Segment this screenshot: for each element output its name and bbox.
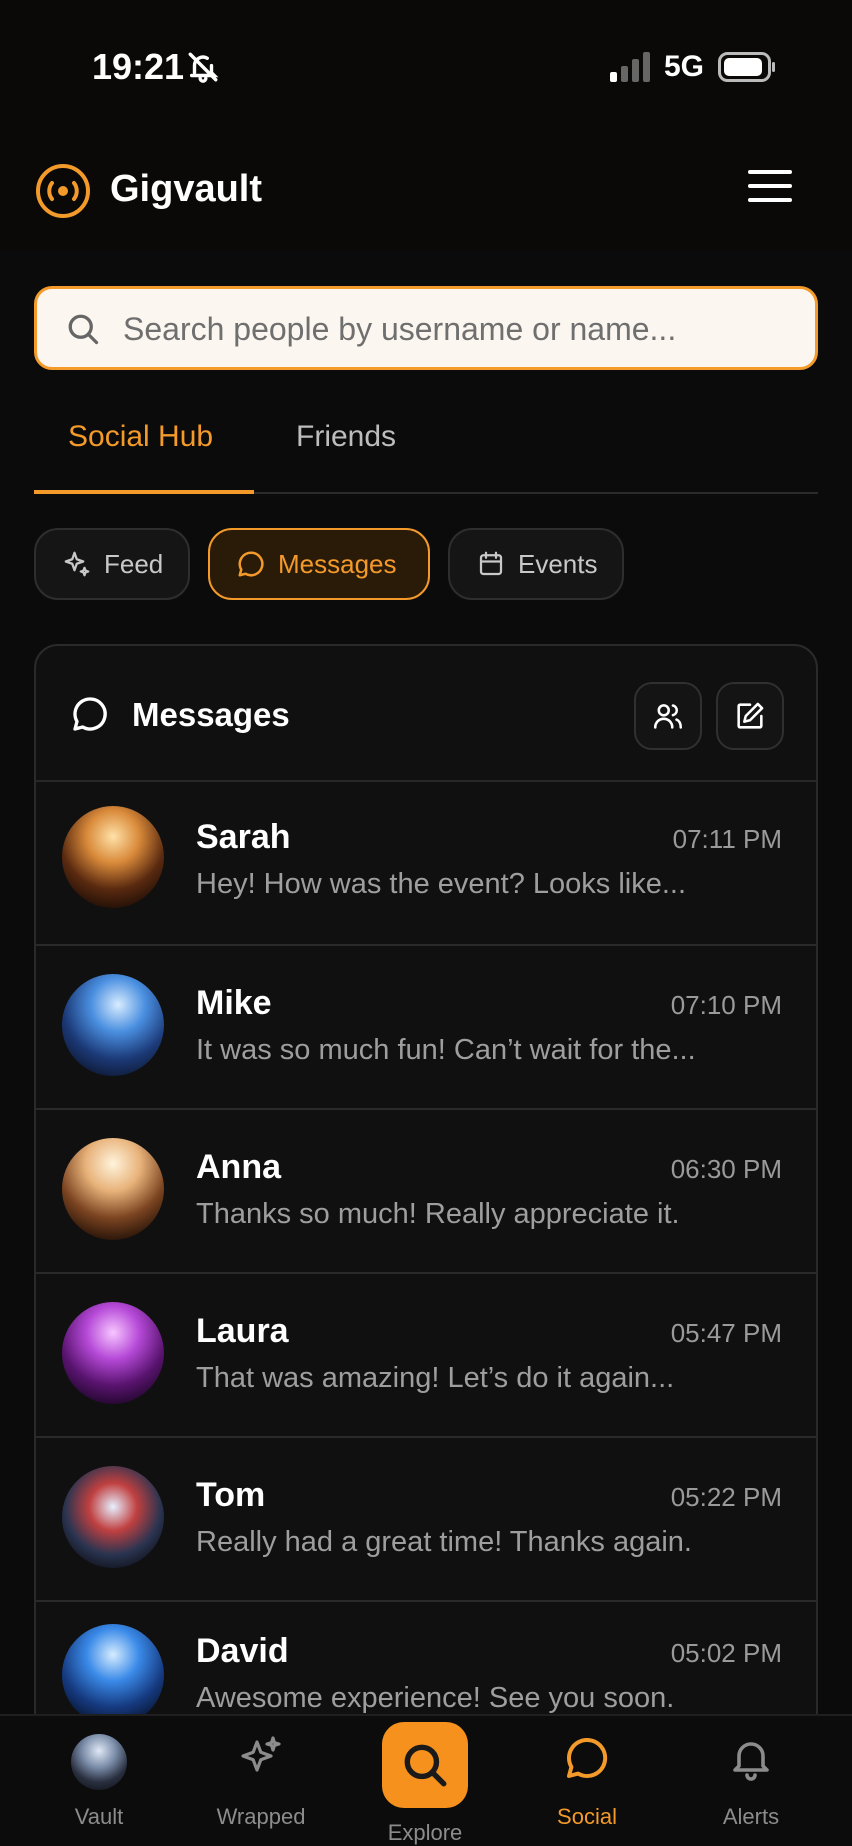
nav-label: Alerts	[722, 1804, 780, 1829]
nav-label: Wrapped	[216, 1804, 306, 1829]
conversation-preview: Thanks so much! Really appreciate it.	[196, 1198, 680, 1230]
search-icon	[404, 1744, 447, 1787]
bottom-nav: Vault Wrapped Explore Social Alerts	[0, 1714, 852, 1846]
nav-alerts[interactable]: Alerts	[686, 1716, 816, 1846]
bell-off-icon	[188, 52, 219, 83]
chip-messages[interactable]: Messages	[208, 528, 430, 600]
conversation-name: Laura	[196, 1312, 289, 1350]
nav-social[interactable]: Social	[522, 1716, 652, 1846]
nav-label: Vault	[74, 1804, 124, 1829]
conversation-name: David	[196, 1632, 289, 1670]
sparkle-icon	[64, 551, 90, 577]
conversation-name: Anna	[196, 1148, 281, 1186]
conversation-preview: That was amazing! Let’s do it again...	[196, 1362, 675, 1394]
messages-card-title: Messages	[132, 696, 290, 733]
avatar	[62, 974, 164, 1076]
explore-button	[382, 1722, 468, 1808]
conversation-name: Mike	[196, 984, 272, 1022]
chat-bubble-icon	[567, 1737, 608, 1778]
nav-label: Explore	[387, 1820, 463, 1845]
nav-vault[interactable]: Vault	[34, 1716, 164, 1846]
conversation-name: Sarah	[196, 818, 291, 856]
chip-label: Events	[518, 548, 598, 579]
conversation-row-anna[interactable]: Anna 06:30 PM Thanks so much! Really app…	[36, 1110, 816, 1274]
app-header: Gigvault	[0, 130, 852, 250]
conversation-preview: Really had a great time! Thanks again.	[196, 1526, 692, 1558]
avatar	[62, 1624, 164, 1726]
status-bar: 19:21 5G	[0, 0, 852, 130]
chip-feed[interactable]: Feed	[34, 528, 190, 600]
compose-button[interactable]	[716, 682, 784, 750]
conversation-time: 06:30 PM	[670, 1154, 782, 1184]
avatar	[62, 1302, 164, 1404]
signal-icon	[610, 52, 650, 82]
avatar	[71, 1734, 127, 1790]
nav-wrapped[interactable]: Wrapped	[196, 1716, 326, 1846]
group-icon	[653, 704, 683, 729]
phone-screen: 19:21 5G Gigvault Search people by usern…	[0, 0, 852, 1846]
avatar	[62, 1466, 164, 1568]
conversation-time: 05:02 PM	[670, 1638, 782, 1668]
sparkle-icon	[241, 1736, 281, 1772]
tab-bar: Social Hub Friends	[34, 420, 818, 494]
chat-bubble-icon	[73, 697, 107, 731]
chip-label: Feed	[104, 548, 164, 579]
conversation-preview: Awesome experience! See you soon.	[196, 1682, 675, 1714]
conversation-time: 07:10 PM	[670, 990, 782, 1020]
status-time: 19:21	[92, 46, 185, 87]
search-input[interactable]	[123, 305, 803, 353]
avatar	[62, 806, 164, 908]
hamburger-menu-icon[interactable]	[748, 170, 792, 210]
battery-icon	[718, 52, 775, 82]
tab-friends[interactable]: Friends	[296, 420, 396, 454]
avatar	[62, 1138, 164, 1240]
new-group-button[interactable]	[634, 682, 702, 750]
conversation-time: 05:47 PM	[670, 1318, 782, 1348]
nav-label: Social	[557, 1804, 617, 1829]
app-title: Gigvault	[110, 168, 263, 210]
conversation-preview: It was so much fun! Can’t wait for the..…	[196, 1034, 696, 1066]
conversation-time: 07:11 PM	[672, 824, 782, 854]
conversation-time: 05:22 PM	[670, 1482, 782, 1512]
network-label: 5G	[664, 50, 705, 83]
search-icon	[68, 314, 99, 345]
gigvault-logo-icon	[36, 164, 90, 218]
conversation-row-mike[interactable]: Mike 07:10 PM It was so much fun! Can’t …	[36, 946, 816, 1110]
conversation-row-laura[interactable]: Laura 05:47 PM That was amazing! Let’s d…	[36, 1274, 816, 1438]
chip-label: Messages	[278, 548, 397, 579]
bell-icon	[733, 1742, 769, 1781]
main-content: Social Hub Friends Feed Messages Events	[0, 250, 852, 1764]
messages-card-header: Messages	[36, 646, 816, 782]
messages-card: Messages Sarah 07:11 PM Hey! How was the…	[34, 644, 818, 1764]
chat-bubble-icon	[238, 551, 264, 577]
calendar-icon	[479, 551, 503, 576]
nav-explore[interactable]: Explore	[360, 1716, 490, 1846]
compose-icon	[737, 702, 764, 729]
conversation-preview: Hey! How was the event? Looks like...	[196, 868, 687, 900]
conversation-row-sarah[interactable]: Sarah 07:11 PM Hey! How was the event? L…	[36, 782, 816, 946]
conversation-name: Tom	[196, 1476, 266, 1514]
tab-social-hub[interactable]: Social Hub	[68, 420, 213, 454]
conversation-row-tom[interactable]: Tom 05:22 PM Really had a great time! Th…	[36, 1438, 816, 1602]
active-tab-indicator	[34, 490, 254, 494]
search-bar	[34, 286, 818, 370]
chip-events[interactable]: Events	[448, 528, 624, 600]
